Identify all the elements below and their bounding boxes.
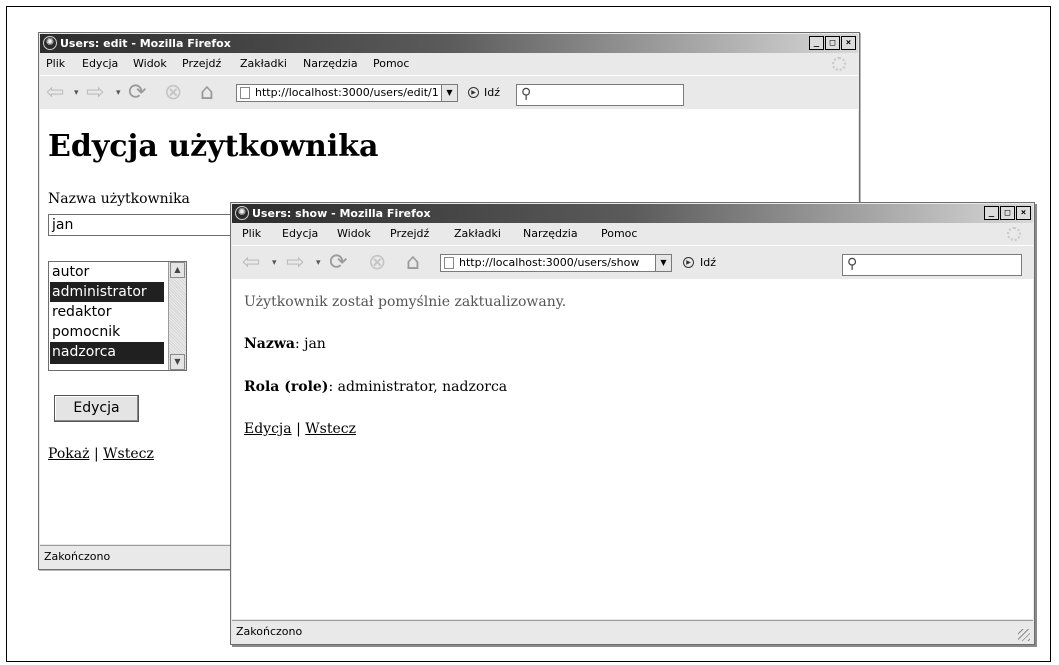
menu-edycja[interactable]: Edycja — [282, 224, 318, 244]
page-links: Edycja | Wstecz — [244, 421, 356, 437]
name-value: : jan — [294, 336, 326, 352]
show-link[interactable]: Pokaż — [48, 446, 90, 462]
listbox-scrollbar[interactable]: ▲ ▼ — [168, 262, 186, 370]
navigation-toolbar: ⇦ ▾ ⇨ ▾ ⟳ ⊗ ⌂ http://localhost:3000/user… — [232, 245, 1033, 280]
resize-grip-icon[interactable] — [1018, 629, 1030, 641]
username-label: Nazwa użytkownika — [48, 191, 190, 207]
home-icon[interactable]: ⌂ — [200, 81, 214, 105]
throbber-icon — [832, 57, 846, 71]
forward-dropdown-icon[interactable]: ▾ — [316, 258, 321, 268]
role-option-administrator[interactable]: administrator — [50, 282, 164, 302]
roles-listbox[interactable]: autor administrator redaktor pomocnik na… — [48, 261, 187, 371]
scroll-down-icon[interactable]: ▼ — [170, 354, 185, 370]
status-text: Zakończono — [44, 550, 111, 563]
search-icon: ⚲ — [847, 256, 858, 272]
menu-widok[interactable]: Widok — [133, 54, 167, 74]
edit-submit-button[interactable]: Edycja — [54, 395, 139, 422]
window-title: Users: show - Mozilla Firefox — [252, 207, 431, 220]
status-bar: Zakończono — [232, 620, 1033, 643]
title-bar[interactable]: ✺ Users: edit - Mozilla Firefox _ □ × — [40, 34, 858, 53]
go-button[interactable]: Idź — [484, 86, 500, 99]
menu-plik[interactable]: Plik — [242, 224, 261, 244]
link-separator: | — [296, 421, 301, 437]
search-icon: ⚲ — [521, 86, 532, 102]
forward-arrow-icon[interactable]: ⇨ — [86, 81, 104, 105]
window-title: Users: edit - Mozilla Firefox — [60, 37, 231, 50]
role-option-pomocnik[interactable]: pomocnik — [50, 322, 164, 342]
menu-bar: Plik Edycja Widok Przejdź Zakładki Narzę… — [232, 224, 1033, 244]
name-label: Nazwa — [244, 336, 295, 352]
maximize-icon[interactable]: □ — [1000, 206, 1015, 220]
reload-icon[interactable]: ⟳ — [329, 251, 347, 275]
navigation-toolbar: ⇦ ▾ ⇨ ▾ ⟳ ⊗ ⌂ http://localhost:3000/user… — [40, 75, 858, 110]
back-dropdown-icon[interactable]: ▾ — [74, 88, 79, 98]
firefox-icon: ✺ — [43, 36, 57, 50]
back-arrow-icon[interactable]: ⇦ — [242, 251, 260, 275]
window-controls: _ □ × — [984, 206, 1031, 220]
close-icon[interactable]: × — [1016, 206, 1031, 220]
back-link[interactable]: Wstecz — [305, 421, 356, 437]
role-value: : administrator, nadzorca — [328, 379, 508, 395]
menu-narzedzia[interactable]: Narzędzia — [303, 54, 358, 74]
firefox-icon: ✺ — [235, 206, 249, 220]
forward-arrow-icon[interactable]: ⇨ — [286, 251, 304, 275]
search-input[interactable]: ⚲ — [842, 254, 1022, 276]
go-icon[interactable]: ▶ — [683, 257, 694, 268]
scroll-up-icon[interactable]: ▲ — [170, 262, 185, 278]
page-icon — [240, 87, 250, 99]
stop-icon[interactable]: ⊗ — [164, 81, 182, 105]
menu-narzedzia[interactable]: Narzędzia — [523, 224, 578, 244]
address-bar[interactable]: http://localhost:3000/users/show ▼ — [440, 254, 672, 272]
role-option-autor[interactable]: autor — [50, 262, 164, 282]
role-option-redaktor[interactable]: redaktor — [50, 302, 164, 322]
home-icon[interactable]: ⌂ — [406, 251, 420, 275]
menu-przejdz[interactable]: Przejdź — [182, 54, 221, 74]
search-input[interactable]: ⚲ — [516, 84, 684, 106]
menu-zakladki[interactable]: Zakładki — [454, 224, 501, 244]
minimize-icon[interactable]: _ — [809, 36, 824, 50]
page-links: Pokaż | Wstecz — [48, 446, 154, 462]
go-icon[interactable]: ▶ — [468, 87, 479, 98]
address-dropdown-icon[interactable]: ▼ — [441, 85, 457, 101]
maximize-icon[interactable]: □ — [825, 36, 840, 50]
throbber-icon — [1007, 227, 1021, 241]
menu-plik[interactable]: Plik — [46, 54, 65, 74]
menu-edycja[interactable]: Edycja — [82, 54, 118, 74]
forward-dropdown-icon[interactable]: ▾ — [116, 88, 121, 98]
link-separator: | — [93, 446, 99, 462]
menu-pomoc[interactable]: Pomoc — [373, 54, 409, 74]
status-text: Zakończono — [236, 625, 303, 638]
name-field: Nazwa: jan — [244, 336, 326, 352]
page-title: Edycja użytkownika — [48, 129, 379, 164]
back-link[interactable]: Wstecz — [103, 446, 154, 462]
go-button[interactable]: Idź — [700, 256, 716, 269]
role-field: Rola (role): administrator, nadzorca — [244, 379, 507, 395]
back-dropdown-icon[interactable]: ▾ — [272, 258, 277, 268]
stop-icon[interactable]: ⊗ — [368, 251, 386, 275]
role-option-nadzorca[interactable]: nadzorca — [50, 342, 164, 364]
address-text: http://localhost:3000/users/edit/1 — [255, 86, 439, 99]
menu-widok[interactable]: Widok — [337, 224, 371, 244]
page-content: Użytkownik został pomyślnie zaktualizowa… — [232, 279, 1033, 619]
edit-link[interactable]: Edycja — [244, 421, 292, 437]
window-controls: _ □ × — [809, 36, 856, 50]
flash-notice: Użytkownik został pomyślnie zaktualizowa… — [244, 294, 567, 310]
browser-window-show[interactable]: ✺ Users: show - Mozilla Firefox _ □ × Pl… — [230, 202, 1035, 645]
menu-zakladki[interactable]: Zakładki — [240, 54, 287, 74]
back-arrow-icon[interactable]: ⇦ — [46, 81, 64, 105]
menu-bar: Plik Edycja Widok Przejdź Zakładki Narzę… — [40, 54, 858, 74]
minimize-icon[interactable]: _ — [984, 206, 999, 220]
address-dropdown-icon[interactable]: ▼ — [655, 255, 671, 271]
page-icon — [444, 257, 454, 269]
menu-pomoc[interactable]: Pomoc — [601, 224, 637, 244]
address-bar[interactable]: http://localhost:3000/users/edit/1 ▼ — [236, 84, 458, 102]
close-icon[interactable]: × — [841, 36, 856, 50]
title-bar[interactable]: ✺ Users: show - Mozilla Firefox _ □ × — [232, 204, 1033, 223]
address-text: http://localhost:3000/users/show — [459, 256, 640, 269]
menu-przejdz[interactable]: Przejdź — [390, 224, 429, 244]
role-label: Rola (role) — [244, 379, 329, 395]
reload-icon[interactable]: ⟳ — [128, 81, 146, 105]
